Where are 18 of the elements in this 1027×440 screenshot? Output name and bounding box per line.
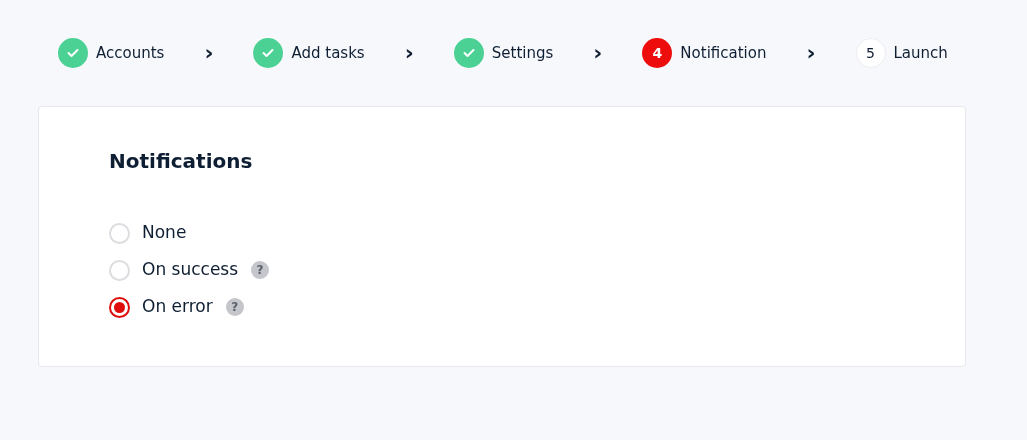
chevron: › [404, 42, 414, 64]
option-label[interactable]: On success [142, 257, 239, 283]
step-label[interactable]: Settings [491, 41, 554, 65]
step-number: 4 [642, 38, 673, 68]
step-number: 5 [855, 38, 886, 68]
radio-button[interactable] [109, 296, 130, 318]
option-label[interactable]: None [142, 220, 187, 246]
help-icon[interactable]: ? [251, 261, 270, 279]
card-title: Notifications [109, 148, 253, 175]
step-label[interactable]: Launch [893, 41, 948, 65]
step-label[interactable]: Notification [680, 41, 767, 65]
chevron: › [806, 42, 816, 64]
step-label[interactable]: Add tasks [291, 41, 365, 65]
option-label[interactable]: On error [142, 294, 213, 320]
step-label[interactable]: Accounts [96, 41, 165, 65]
help-icon[interactable]: ? [225, 298, 244, 316]
chevron: › [593, 42, 603, 64]
chevron: › [204, 42, 214, 64]
